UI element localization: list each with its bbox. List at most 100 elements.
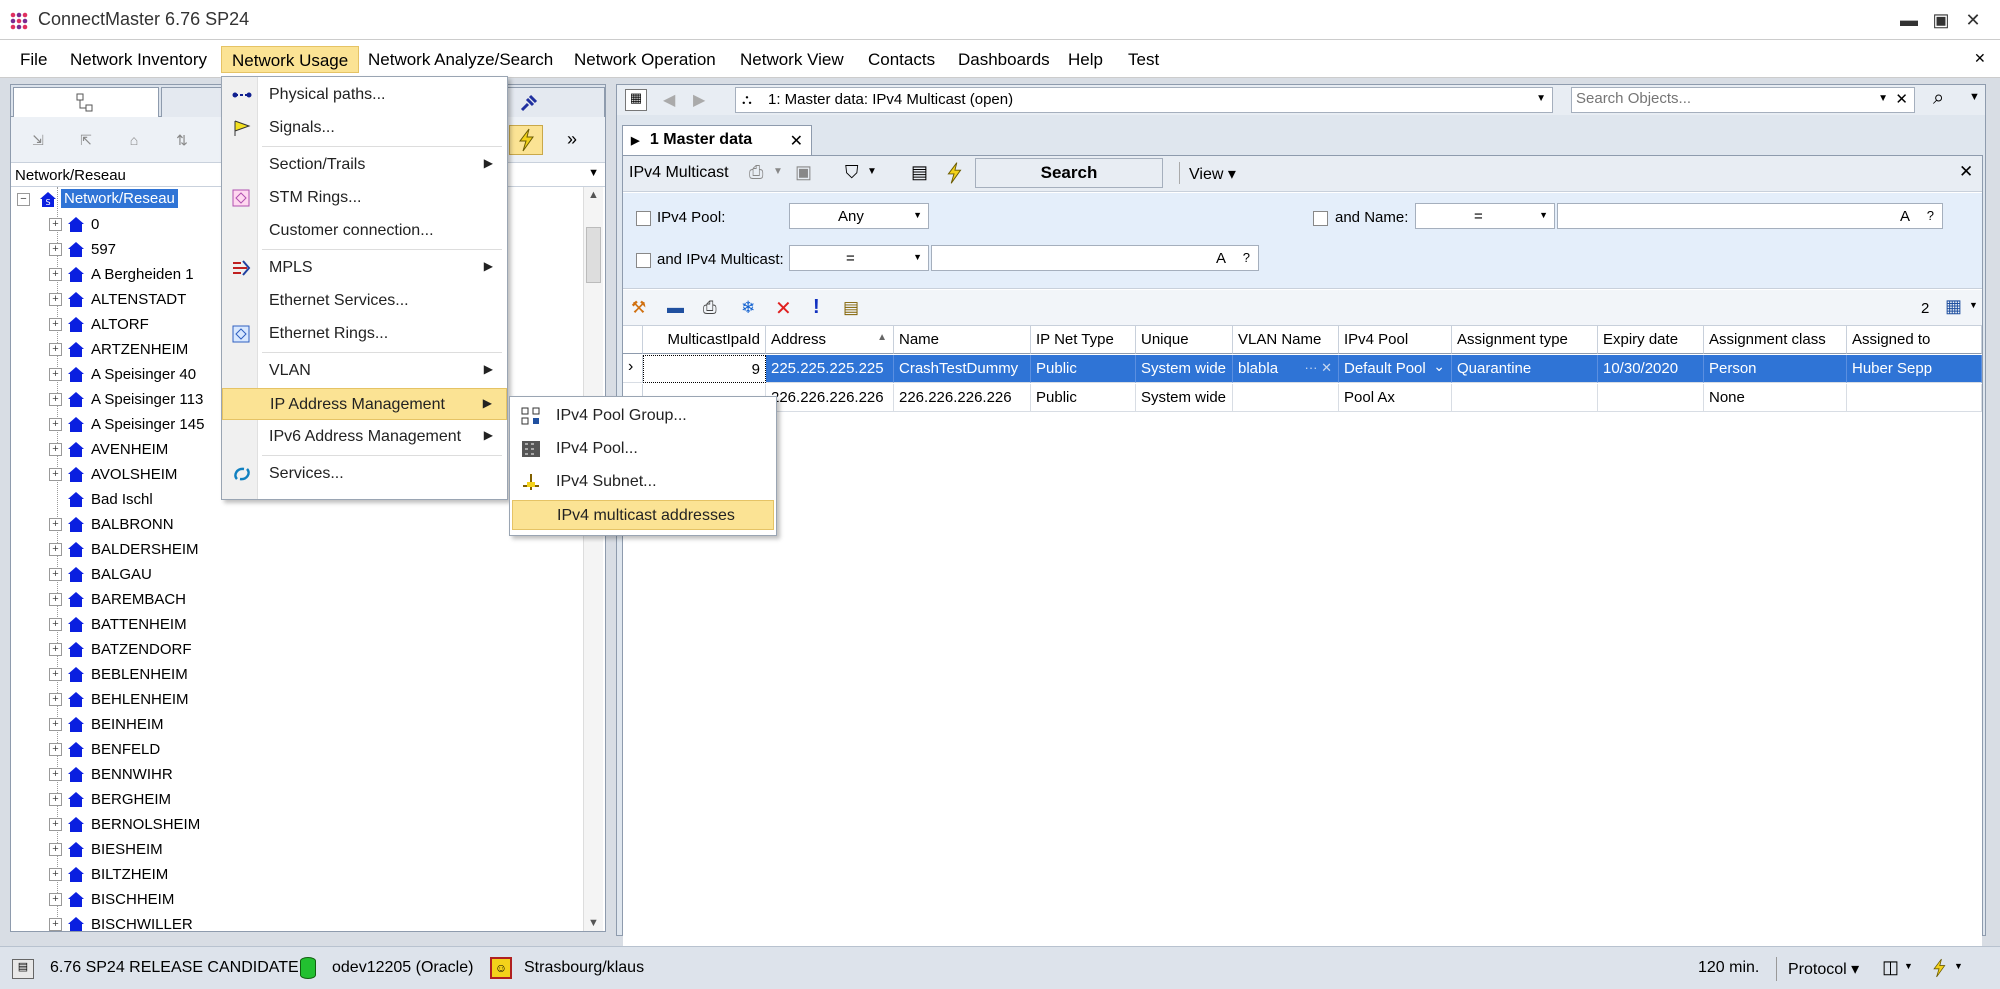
view-button[interactable]: View ▾ — [1189, 164, 1236, 184]
protocol-button[interactable]: Protocol ▾ — [1788, 959, 1859, 979]
expand-icon[interactable]: + — [49, 743, 62, 756]
expand-icon[interactable]: + — [49, 768, 62, 781]
expand-icon[interactable]: + — [49, 343, 62, 356]
chevron-down-icon[interactable]: ⌄ — [1433, 358, 1445, 375]
name-operator-select[interactable]: = ▼ — [1415, 203, 1555, 229]
filter-icon[interactable]: ⛉ — [845, 162, 859, 183]
expand-icon[interactable]: + — [49, 293, 62, 306]
expand-icon[interactable]: + — [49, 243, 62, 256]
column-chooser-icon[interactable]: ▦ — [1945, 296, 1962, 317]
chevron-down-icon[interactable]: ▼ — [1954, 961, 1963, 971]
chevron-down-icon[interactable]: ▼ — [913, 252, 922, 262]
multicast-help-button[interactable]: ? — [1243, 250, 1250, 265]
scroll-thumb[interactable] — [586, 227, 601, 283]
menu-contacts[interactable]: Contacts — [858, 46, 945, 73]
minimize-button[interactable]: ▬ — [1894, 6, 1924, 34]
tree-item[interactable]: + BATZENDORF — [11, 637, 581, 662]
chevron-down-icon[interactable]: ▼ — [1969, 300, 1978, 310]
tree-item[interactable]: + BEHLENHEIM — [11, 687, 581, 712]
lightning-status-icon[interactable] — [1926, 953, 1952, 988]
tree-tool-1-icon[interactable]: ⇲ — [25, 127, 51, 153]
table-cell[interactable]: Default Pool ⌄ — [1339, 355, 1452, 383]
table-cell[interactable] — [1598, 384, 1704, 412]
expand-icon[interactable]: + — [49, 568, 62, 581]
more-tools-button[interactable]: » — [567, 129, 577, 150]
name-help-button[interactable]: ? — [1927, 208, 1934, 223]
save-icon[interactable]: ▣ — [795, 162, 812, 183]
name-text-mode-button[interactable]: A — [1900, 208, 1910, 225]
table-cell[interactable]: None — [1704, 384, 1847, 412]
calendar-icon[interactable]: ▦ — [625, 89, 647, 111]
menu-item[interactable]: Physical paths... — [222, 79, 507, 111]
third-tab[interactable] — [507, 87, 605, 117]
edit-record-icon[interactable]: ▬ — [667, 298, 684, 318]
clipboard-icon[interactable]: ▤ — [843, 298, 859, 318]
tree-tab[interactable] — [13, 87, 159, 117]
expand-icon[interactable]: + — [49, 718, 62, 731]
expand-icon[interactable]: + — [49, 918, 62, 931]
chevron-down-icon[interactable]: ▼ — [1904, 961, 1913, 971]
expand-icon[interactable]: + — [49, 618, 62, 631]
tree-item[interactable]: + BIESHEIM — [11, 837, 581, 862]
expand-icon[interactable]: + — [49, 468, 62, 481]
chevron-down-icon[interactable]: ▼ — [588, 167, 599, 179]
table-cell[interactable]: Person — [1704, 355, 1847, 383]
tree-item[interactable]: + BERNOLSHEIM — [11, 812, 581, 837]
search-objects-input[interactable] — [1576, 90, 1866, 107]
table-cell[interactable]: 225.225.225.225 — [766, 355, 894, 383]
menu-network-analyze-search[interactable]: Network Analyze/Search — [358, 46, 563, 73]
chevron-down-icon[interactable]: ▼ — [1878, 93, 1888, 104]
menu-help[interactable]: Help — [1058, 46, 1113, 73]
lightning-button[interactable] — [509, 125, 543, 155]
column-header[interactable]: Assignment type — [1452, 326, 1598, 354]
expand-icon[interactable]: + — [49, 393, 62, 406]
submenu-item[interactable]: IPv4 Pool... — [512, 434, 774, 464]
tree-tool-3-icon[interactable]: ⌂ — [121, 127, 147, 153]
table-cell[interactable]: Public — [1031, 355, 1136, 383]
menu-network-view[interactable]: Network View — [730, 46, 854, 73]
chevron-down-icon[interactable]: ▼ — [867, 166, 877, 177]
expand-icon[interactable]: + — [49, 793, 62, 806]
menu-item[interactable]: Ethernet Rings... — [222, 318, 507, 350]
tree-item[interactable]: + BISCHWILLER — [11, 912, 581, 931]
alert-icon[interactable]: ! — [813, 296, 820, 319]
search-objects-field[interactable]: ▼ ✕ — [1571, 87, 1915, 113]
search-button[interactable]: Search — [975, 158, 1163, 188]
binoculars-icon[interactable]: ⌕ — [1933, 87, 1944, 110]
expand-icon[interactable]: + — [49, 843, 62, 856]
user-icon[interactable]: ☺ — [490, 957, 512, 979]
tree-item[interactable]: + BALBRONN — [11, 512, 581, 537]
expand-icon[interactable]: + — [49, 693, 62, 706]
table-cell[interactable]: Quarantine — [1452, 355, 1598, 383]
menu-network-usage[interactable]: Network Usage — [221, 46, 360, 73]
clear-search-icon[interactable]: ✕ — [1895, 90, 1908, 108]
expand-icon[interactable]: + — [49, 518, 62, 531]
submenu-item[interactable]: IPv4 Subnet... — [512, 467, 774, 497]
layout-icon[interactable]: ◫ — [1882, 957, 1899, 978]
table-cell[interactable]: System wide — [1136, 355, 1233, 383]
chevron-down-icon[interactable]: ▼ — [913, 210, 922, 220]
table-cell[interactable] — [1847, 384, 1982, 412]
tree-item[interactable]: + BALGAU — [11, 562, 581, 587]
tab-close-icon[interactable]: ✕ — [790, 131, 803, 151]
print-icon[interactable]: ⎙ — [749, 162, 763, 183]
expand-icon[interactable]: + — [49, 418, 62, 431]
collapse-icon[interactable]: − — [17, 193, 30, 206]
tree-item[interactable]: + BALDERSHEIM — [11, 537, 581, 562]
name-filter-checkbox[interactable] — [1313, 211, 1328, 226]
tree-item[interactable]: + BISCHHEIM — [11, 887, 581, 912]
table-cell[interactable]: 10/30/2020 — [1598, 355, 1704, 383]
menu-item[interactable]: Customer connection... — [222, 215, 507, 247]
clear-cell-icon[interactable]: ··· ✕ — [1305, 360, 1333, 376]
table-cell[interactable]: blabla ··· ✕ — [1233, 355, 1339, 383]
properties-icon[interactable]: ▤ — [911, 162, 928, 183]
freeze-icon[interactable]: ❄ — [741, 298, 755, 318]
multicast-filter-checkbox[interactable] — [636, 253, 651, 268]
menu-network-operation[interactable]: Network Operation — [564, 46, 726, 73]
name-filter-input[interactable]: A ? — [1557, 203, 1943, 229]
column-header[interactable]: VLAN Name — [1233, 326, 1339, 354]
back-icon[interactable]: ◀ — [663, 90, 675, 110]
tree-tool-2-icon[interactable]: ⇱ — [73, 127, 99, 153]
pool-filter-select[interactable]: Any ▼ — [789, 203, 929, 229]
tree-item[interactable]: + BILTZHEIM — [11, 862, 581, 887]
